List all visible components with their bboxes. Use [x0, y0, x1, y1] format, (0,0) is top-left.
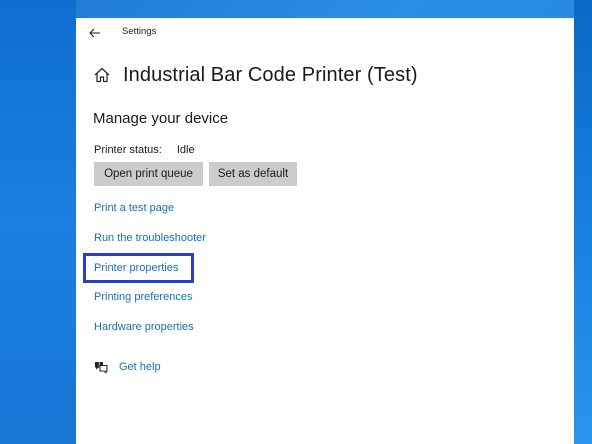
page-title: Industrial Bar Code Printer (Test) — [123, 63, 418, 86]
chat-help-icon: ? — [95, 362, 108, 374]
get-help-label: Get help — [119, 361, 161, 373]
printer-status-row: Printer status: Idle — [94, 144, 195, 156]
set-as-default-button[interactable]: Set as default — [209, 162, 297, 186]
title-bar: Settings — [76, 18, 574, 48]
printer-status-label: Printer status: — [94, 144, 162, 156]
print-test-page-link[interactable]: Print a test page — [94, 202, 174, 214]
svg-text:?: ? — [98, 363, 101, 369]
highlight-annotation-box — [83, 253, 194, 283]
page-header: Industrial Bar Code Printer (Test) — [93, 60, 418, 90]
open-print-queue-button[interactable]: Open print queue — [94, 162, 203, 186]
desktop-background-right — [574, 0, 592, 444]
desktop-background-left — [0, 0, 76, 444]
back-button[interactable] — [84, 22, 106, 44]
get-help-link[interactable]: ? Get help — [93, 359, 161, 375]
app-title: Settings — [122, 26, 157, 37]
settings-window: Settings Industrial Bar Code Printer (Te… — [76, 18, 574, 444]
section-title: Manage your device — [93, 110, 229, 127]
printing-preferences-link[interactable]: Printing preferences — [94, 291, 192, 303]
back-arrow-icon — [89, 28, 100, 38]
run-troubleshooter-link[interactable]: Run the troubleshooter — [94, 232, 206, 244]
home-icon[interactable] — [93, 66, 111, 84]
printer-status-value: Idle — [176, 144, 195, 156]
hardware-properties-link[interactable]: Hardware properties — [94, 321, 194, 333]
